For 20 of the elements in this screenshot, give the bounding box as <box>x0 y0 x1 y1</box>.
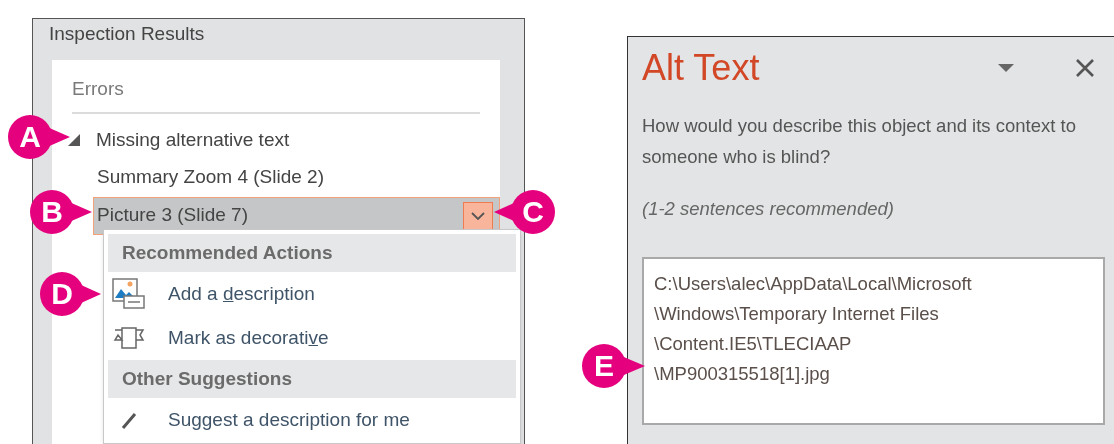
expand-toggle-icon[interactable] <box>68 134 80 146</box>
error-category[interactable]: Missing alternative text <box>96 125 290 155</box>
menu-item[interactable]: Add a description <box>168 279 315 309</box>
chevron-down-icon <box>471 211 485 220</box>
section-header: Errors <box>72 78 124 99</box>
menu-item[interactable]: Mark as decorative <box>168 323 329 353</box>
dropdown-button[interactable] <box>463 201 493 230</box>
prompt-text: How would you describe this object and its context to someone who is blind? <box>642 114 1077 169</box>
menu-section-header: Other Suggestions <box>108 360 516 398</box>
menu-item[interactable]: Suggest a description for me <box>168 405 410 435</box>
error-item[interactable]: Picture 3 (Slide 7) <box>93 196 500 235</box>
ribbon-banner-icon <box>112 324 146 352</box>
panel-title: Inspection Results <box>48 22 206 46</box>
menu-section-header: Recommended Actions <box>108 234 516 272</box>
pane-title: Alt Text <box>642 46 761 90</box>
hint-text: (1-2 sentences recommended) <box>642 197 895 221</box>
pane-options-icon[interactable] <box>997 62 1017 74</box>
picture-caption-icon <box>112 278 146 310</box>
close-icon[interactable] <box>1075 58 1095 78</box>
description-field[interactable]: C:\Users\alec\AppData\Local\Microsoft \Windows\Temporary Internet Files \Content.IE5\TLECIAAP \MP900315518[1].jpg <box>642 256 1105 425</box>
